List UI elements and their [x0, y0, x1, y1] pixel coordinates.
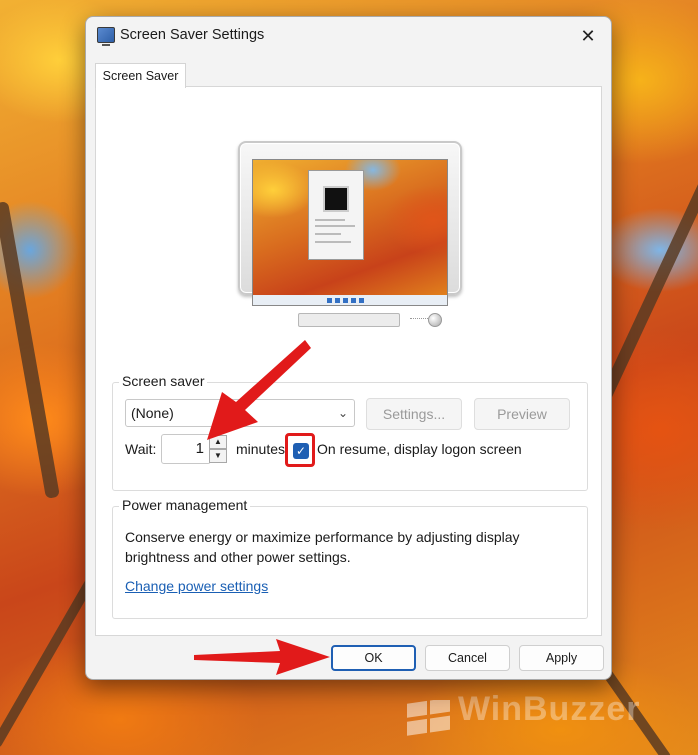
monitor-app-icon	[97, 27, 115, 46]
screen-saver-group-label: Screen saver	[119, 373, 208, 389]
preview-button[interactable]: Preview	[474, 398, 570, 430]
settings-button[interactable]: Settings...	[366, 398, 462, 430]
mini-monitor	[323, 186, 349, 212]
cancel-button[interactable]: Cancel	[425, 645, 510, 671]
close-button[interactable]: ✕	[571, 21, 605, 51]
screen-saver-dropdown[interactable]: (None) ⌄	[125, 399, 355, 427]
dropdown-value: (None)	[131, 405, 174, 421]
screen-saver-dialog: Screen Saver Settings ✕ Screen Saver Scr…	[85, 16, 612, 680]
tree-trunk	[0, 201, 60, 499]
minutes-label: minutes	[236, 441, 286, 457]
power-description: Conserve energy or maximize performance …	[125, 529, 520, 565]
preview-screen	[252, 159, 448, 306]
screen-saver-group: Screen saver (None) ⌄ Settings... Previe…	[112, 373, 588, 491]
close-icon: ✕	[580, 26, 596, 46]
power-management-group-label: Power management	[119, 497, 251, 513]
spin-down-icon[interactable]: ▼	[209, 449, 227, 463]
mini-line	[315, 225, 355, 227]
spin-up-icon[interactable]: ▲	[209, 435, 227, 449]
ok-button[interactable]: OK	[331, 645, 416, 671]
apply-button[interactable]: Apply	[519, 645, 604, 671]
window-title: Screen Saver Settings	[120, 27, 265, 43]
watermark: WinBuzzer	[458, 690, 641, 728]
wait-minutes-input[interactable]: 1	[161, 434, 211, 464]
monitor-slot	[298, 313, 400, 327]
preview-taskbar	[253, 295, 447, 305]
monitor-preview	[238, 141, 462, 327]
title-bar[interactable]: Screen Saver Settings ✕	[86, 17, 611, 55]
wait-label: Wait:	[125, 441, 157, 457]
tab-panel: Screen saver (None) ⌄ Settings... Previe…	[95, 86, 602, 636]
mini-line	[315, 233, 341, 235]
tab-screen-saver[interactable]: Screen Saver	[95, 63, 186, 88]
power-management-group: Power management Conserve energy or maxi…	[112, 497, 588, 619]
mini-line	[315, 241, 351, 243]
winbuzzer-logo-icon	[407, 700, 450, 736]
checkbox-highlight-box	[285, 433, 315, 467]
mini-line	[315, 219, 345, 221]
resume-checkbox-label[interactable]: On resume, display logon screen	[317, 441, 522, 457]
change-power-settings-link[interactable]: Change power settings	[125, 578, 268, 594]
chevron-down-icon: ⌄	[337, 406, 348, 420]
mini-dialog-preview	[308, 170, 364, 260]
monitor-power-button	[428, 313, 442, 327]
